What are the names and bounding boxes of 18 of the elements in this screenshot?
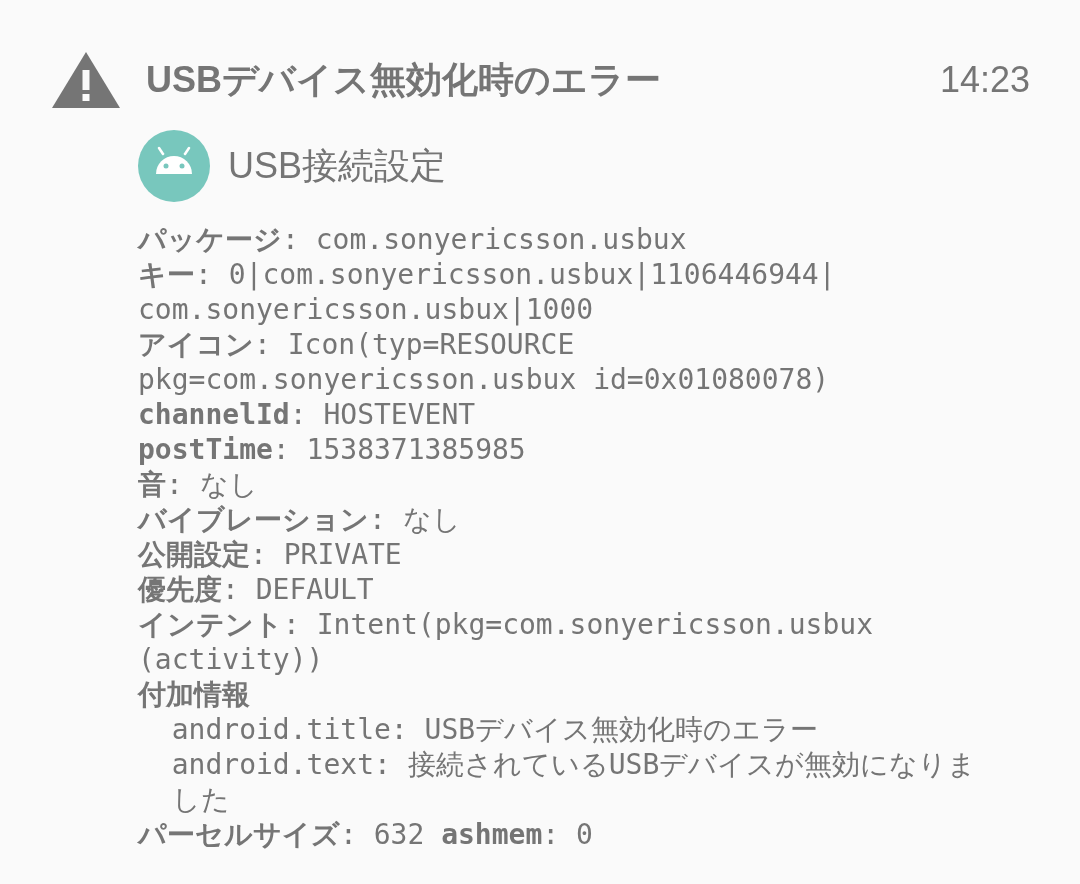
detail-line: postTime: 1538371385985	[138, 432, 527, 467]
warning-icon	[52, 52, 120, 108]
detail-line: 音: なし	[138, 467, 259, 502]
detail-line: channelId: HOSTEVENT	[138, 397, 477, 432]
detail-line: 優先度: DEFAULT	[138, 572, 375, 607]
android-icon	[138, 130, 210, 202]
detail-line: 公開設定: PRIVATE	[138, 537, 403, 572]
notification-time: 14:23	[939, 59, 1030, 101]
app-name: USB接続設定	[228, 143, 447, 188]
detail-line: インテント: Intent(pkg=com.sonyericsson.usbux (activity))	[138, 607, 874, 677]
detail-line: アイコン: Icon(typ=RESOURCE pkg=com.sonyericsson.usbux id=0x01080078)	[138, 327, 831, 397]
detail-line: パッケージ: com.sonyericsson.usbux	[138, 222, 688, 257]
detail-line: android.title: USBデバイス無効化時のエラー	[170, 712, 820, 747]
detail-line: パーセルサイズ: 632 ashmem: 0	[138, 817, 594, 852]
section-heading: 付加情報	[138, 677, 251, 712]
detail-line: キー: 0|com.sonyericsson.usbux|1106446944| com.sonyericsson.usbux|1000	[138, 257, 837, 327]
detail-line: バイブレーション: なし	[138, 502, 462, 537]
notification-title: USBデバイス無効化時のエラー	[146, 57, 662, 102]
